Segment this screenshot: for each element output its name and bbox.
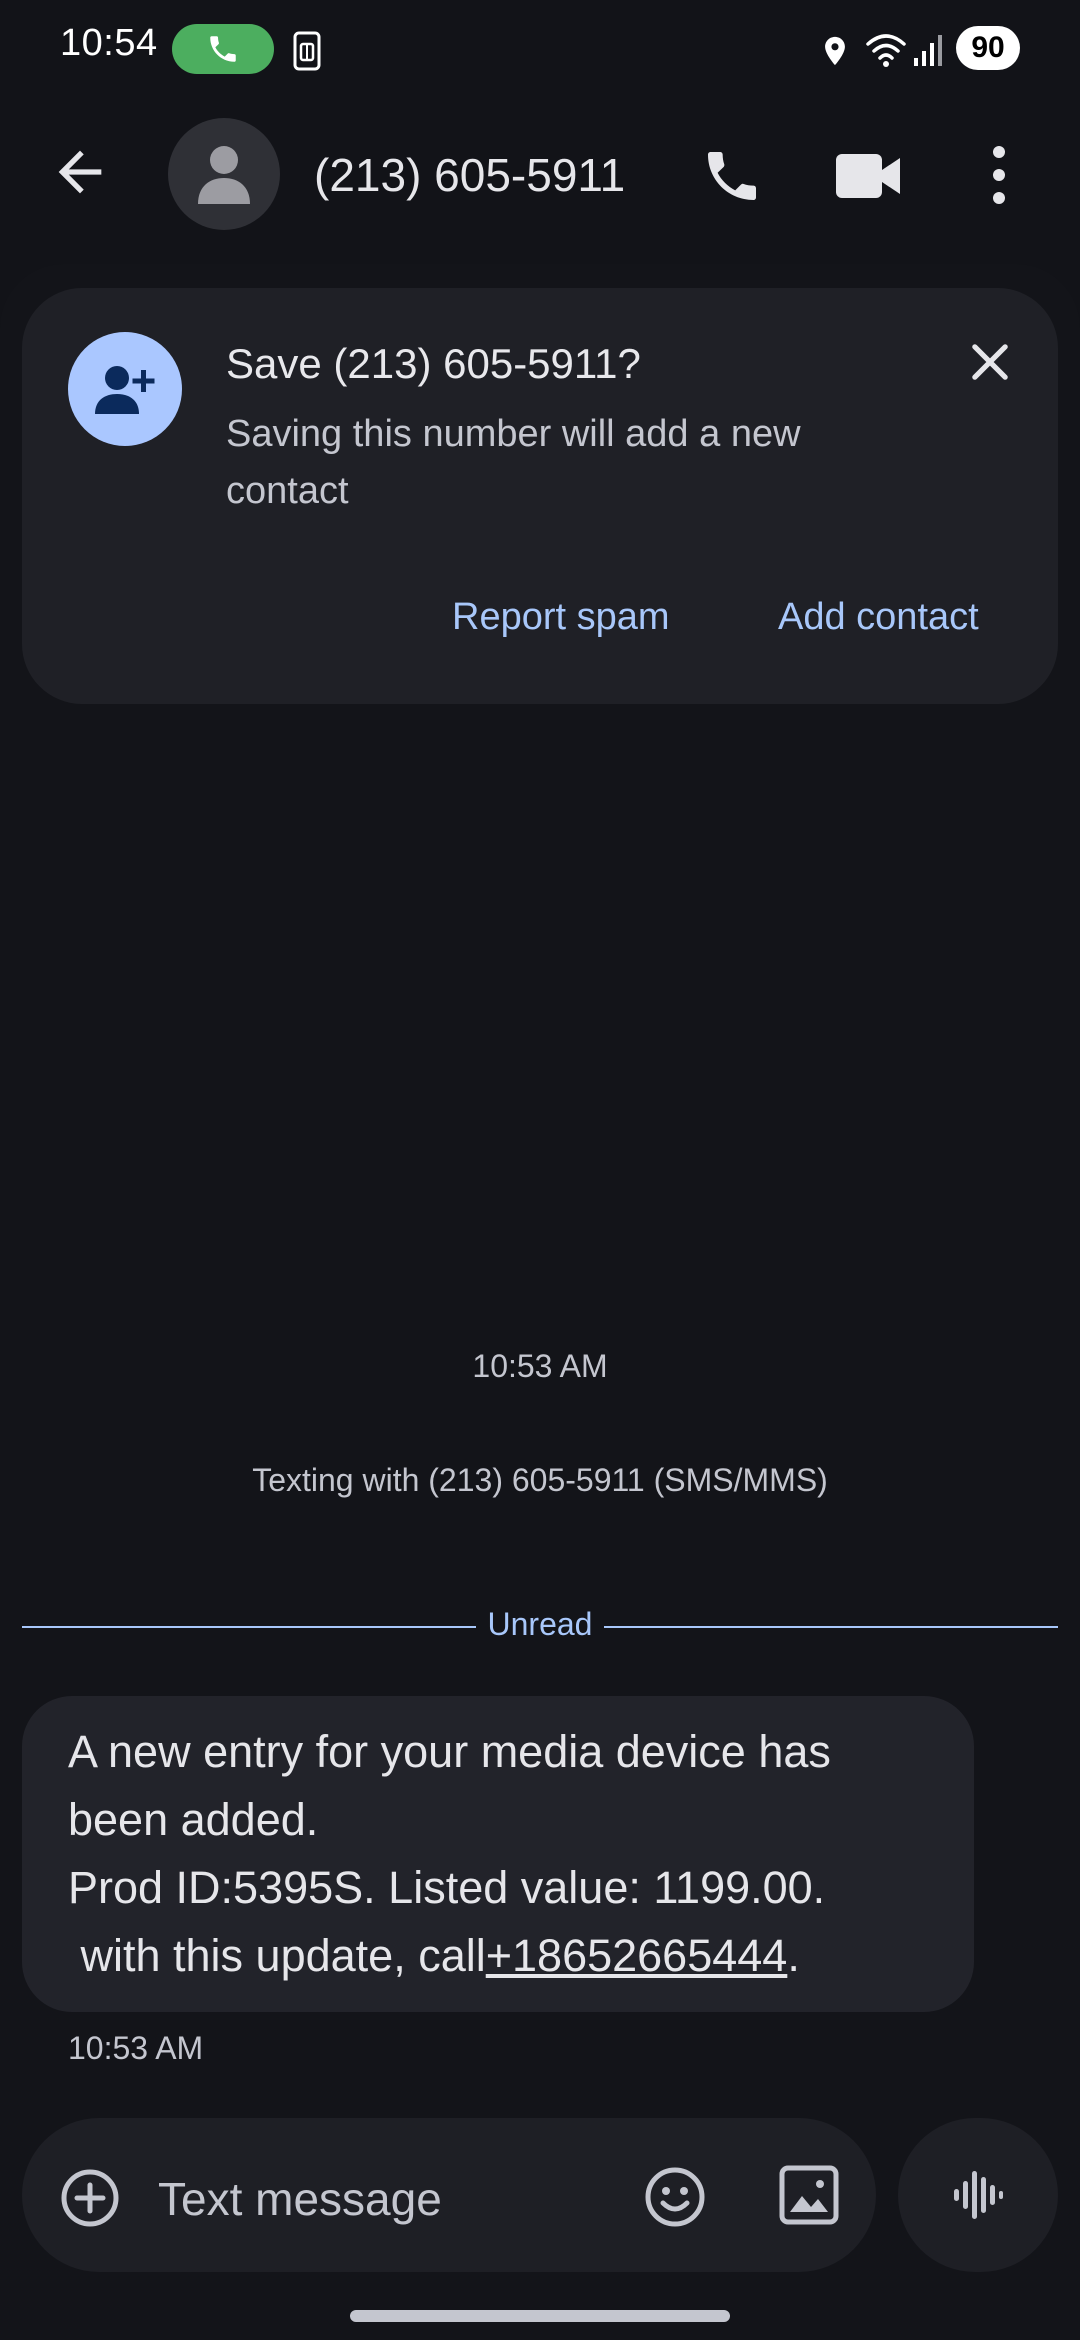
ongoing-call-chip[interactable] [172,24,274,74]
more-vert-icon[interactable] [984,142,1014,208]
person-icon [198,146,250,204]
voice-waveform-icon [954,2171,1003,2219]
phone-icon [210,36,236,62]
battery-indicator: 90 [956,26,1020,70]
save-contact-subtitle: Saving this number will add a new contac… [226,413,801,512]
image-icon[interactable] [778,2164,840,2226]
compose-bar [22,2118,876,2272]
save-contact-title: Save (213) 605-5911? [226,340,641,387]
unread-divider-left [22,1626,476,1628]
add-circle-icon[interactable] [58,2166,122,2230]
contact-title[interactable]: (213) 605-5911 [314,148,625,202]
add-contact-button[interactable]: Add contact [778,596,979,639]
status-time: 10:54 [60,22,158,64]
unread-label: Unread [487,1606,593,1642]
person-add-icon [95,366,155,414]
sim-card-icon [293,31,321,71]
message-timestamp: 10:53 AM [68,2030,204,2066]
arrow-back-icon[interactable] [48,140,112,204]
message-text: with this update, call [68,1930,486,1981]
message-line: with this update, call+18652665444. [68,1930,800,1982]
message-line: been added. [68,1794,319,1845]
gesture-navigation-bar[interactable] [350,2310,730,2322]
phone-link[interactable]: +18652665444 [486,1930,788,1981]
wifi-icon [866,34,906,67]
unread-divider-right [604,1626,1058,1628]
message-text: . [787,1930,800,1981]
message-line: A new entry for your media device has [68,1726,831,1777]
conversation-timestamp: 10:53 AM [472,1348,608,1384]
voice-message-button[interactable] [898,2118,1058,2272]
signal-icon [914,35,942,66]
emoji-icon[interactable] [642,2164,708,2230]
texting-with-info: Texting with (213) 605-5911 (SMS/MMS) [252,1462,828,1498]
location-icon [825,36,845,66]
message-line: Prod ID:5395S. Listed value: 1199.00. [68,1862,826,1913]
videocam-icon[interactable] [834,148,904,204]
close-icon[interactable] [964,336,1016,388]
message-input[interactable]: Text message [158,2172,442,2226]
avatar[interactable] [168,118,280,230]
phone-icon[interactable] [700,144,764,208]
save-contact-avatar [68,332,182,446]
report-spam-button[interactable]: Report spam [452,596,670,639]
